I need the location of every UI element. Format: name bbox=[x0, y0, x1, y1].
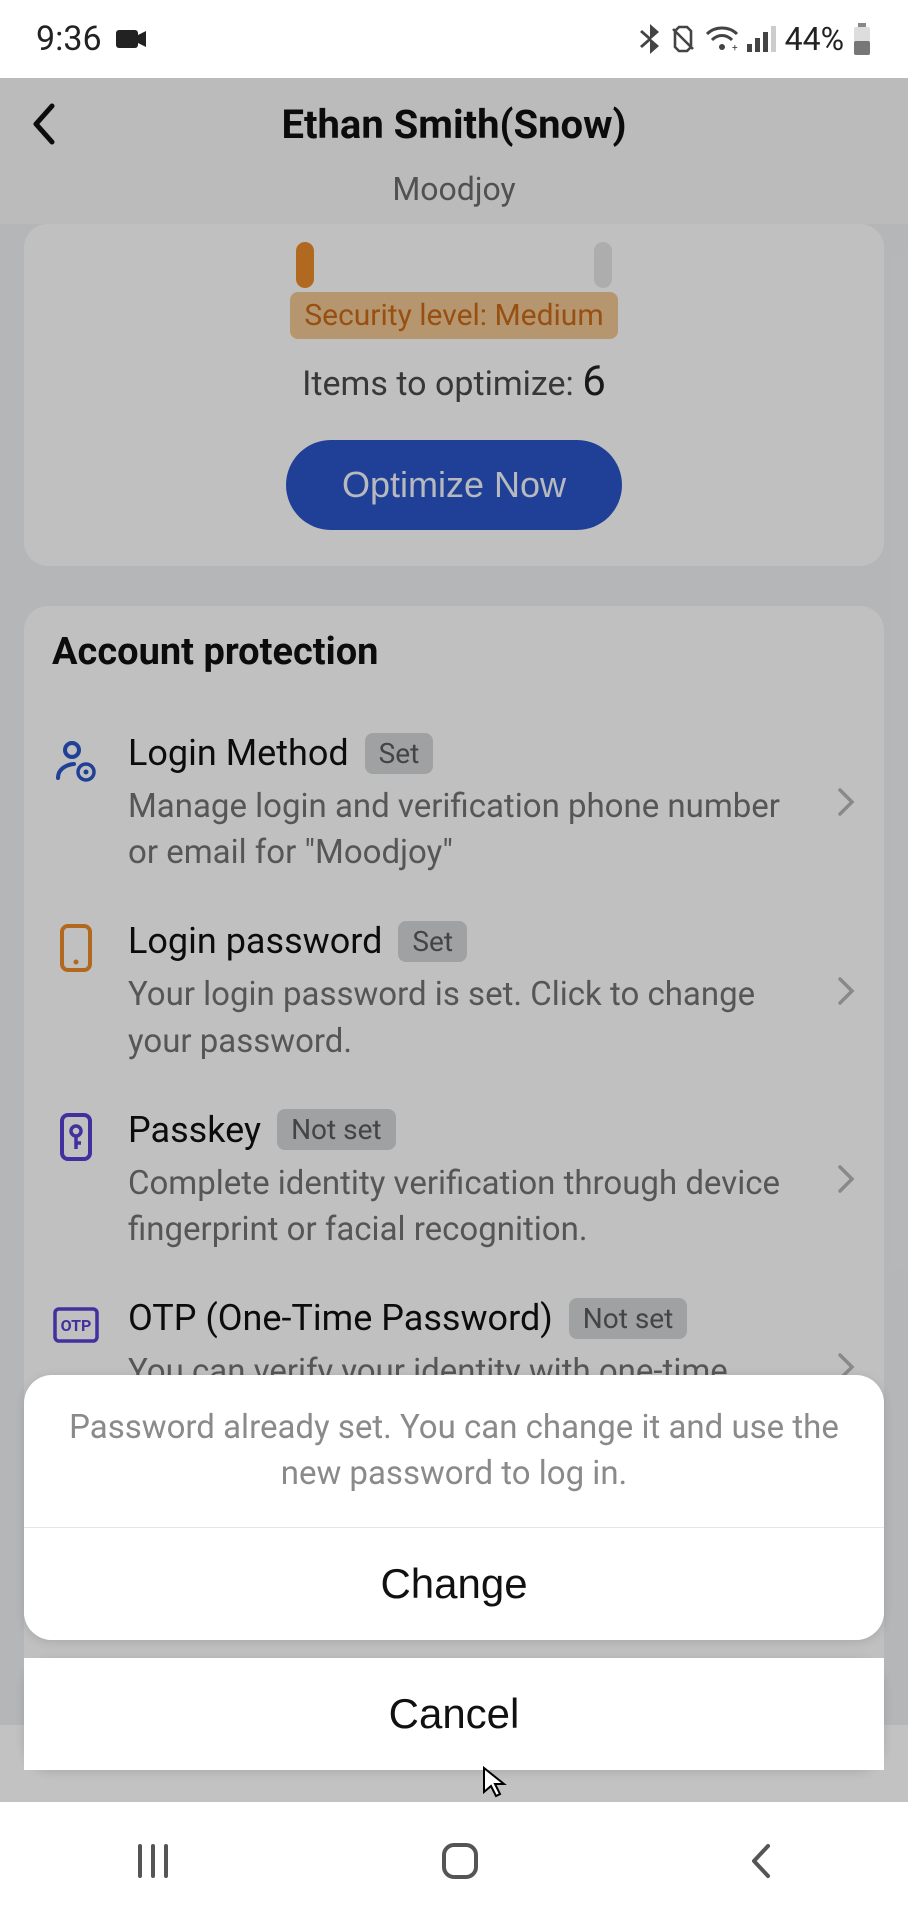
system-nav-bar bbox=[0, 1802, 908, 1920]
app-header: Ethan Smith(Snow) bbox=[0, 78, 908, 170]
battery-percent: 44% bbox=[785, 20, 844, 58]
chevron-right-icon bbox=[836, 786, 856, 822]
security-level-badge: Security level: Medium bbox=[290, 292, 617, 339]
status-badge: Set bbox=[365, 733, 434, 774]
svg-text:OTP: OTP bbox=[61, 1316, 92, 1335]
cursor-icon bbox=[480, 1766, 512, 1798]
battery-icon bbox=[852, 23, 872, 55]
page-subtitle: Moodjoy bbox=[0, 170, 908, 224]
status-left: 9:36 bbox=[36, 19, 146, 59]
passkey-icon bbox=[52, 1113, 100, 1161]
cancel-button[interactable]: Cancel bbox=[24, 1658, 884, 1770]
chevron-right-icon bbox=[836, 975, 856, 1011]
row-title: OTP (One-Time Password) bbox=[128, 1297, 553, 1339]
vibrate-icon bbox=[669, 25, 697, 53]
page-title: Ethan Smith(Snow) bbox=[281, 101, 626, 148]
otp-icon: OTP bbox=[52, 1301, 100, 1349]
items-label: Items to optimize: bbox=[302, 364, 582, 404]
gauge-tick-icon bbox=[594, 242, 612, 288]
items-to-optimize: Items to optimize: 6 bbox=[52, 357, 856, 406]
status-badge: Not set bbox=[277, 1109, 396, 1150]
items-count: 6 bbox=[582, 357, 606, 406]
row-description: Your login password is set. Click to cha… bbox=[128, 972, 800, 1064]
row-description: Complete identity verification through d… bbox=[128, 1161, 800, 1253]
action-sheet: Password already set. You can change it … bbox=[24, 1375, 884, 1770]
svg-text:+: + bbox=[732, 43, 738, 52]
person-gear-icon bbox=[52, 736, 100, 784]
status-right: + 44% bbox=[639, 20, 872, 58]
row-title: Login Method bbox=[128, 732, 349, 774]
chevron-right-icon bbox=[836, 1163, 856, 1199]
back-button[interactable] bbox=[20, 100, 68, 148]
back-nav-button[interactable] bbox=[746, 1840, 776, 1882]
chevron-left-icon bbox=[30, 102, 58, 146]
camera-indicator-icon bbox=[116, 19, 146, 59]
security-summary-card: Security level: Medium Items to optimize… bbox=[24, 224, 884, 566]
row-description: Manage login and verification phone numb… bbox=[128, 784, 800, 876]
row-title: Passkey bbox=[128, 1109, 261, 1151]
status-badge: Set bbox=[398, 921, 467, 962]
home-button[interactable] bbox=[438, 1839, 482, 1883]
row-passkey[interactable]: Passkey Not set Complete identity verifi… bbox=[52, 1087, 856, 1275]
optimize-now-button[interactable]: Optimize Now bbox=[286, 440, 622, 530]
status-bar: 9:36 + 44% bbox=[0, 0, 908, 78]
change-button[interactable]: Change bbox=[24, 1528, 884, 1640]
bluetooth-icon bbox=[639, 24, 661, 54]
gauge-tick-icon bbox=[296, 242, 314, 288]
section-title: Account protection bbox=[52, 630, 856, 674]
status-badge: Not set bbox=[569, 1298, 688, 1339]
recents-button[interactable] bbox=[132, 1840, 174, 1882]
row-login-method[interactable]: Login Method Set Manage login and verifi… bbox=[52, 710, 856, 898]
signal-icon bbox=[747, 26, 777, 52]
sheet-message: Password already set. You can change it … bbox=[24, 1375, 884, 1528]
clock: 9:36 bbox=[36, 19, 102, 59]
wifi-icon: + bbox=[705, 26, 739, 52]
security-gauge bbox=[52, 248, 856, 288]
phone-lock-icon bbox=[52, 924, 100, 972]
row-title: Login password bbox=[128, 920, 382, 962]
row-login-password[interactable]: Login password Set Your login password i… bbox=[52, 898, 856, 1086]
